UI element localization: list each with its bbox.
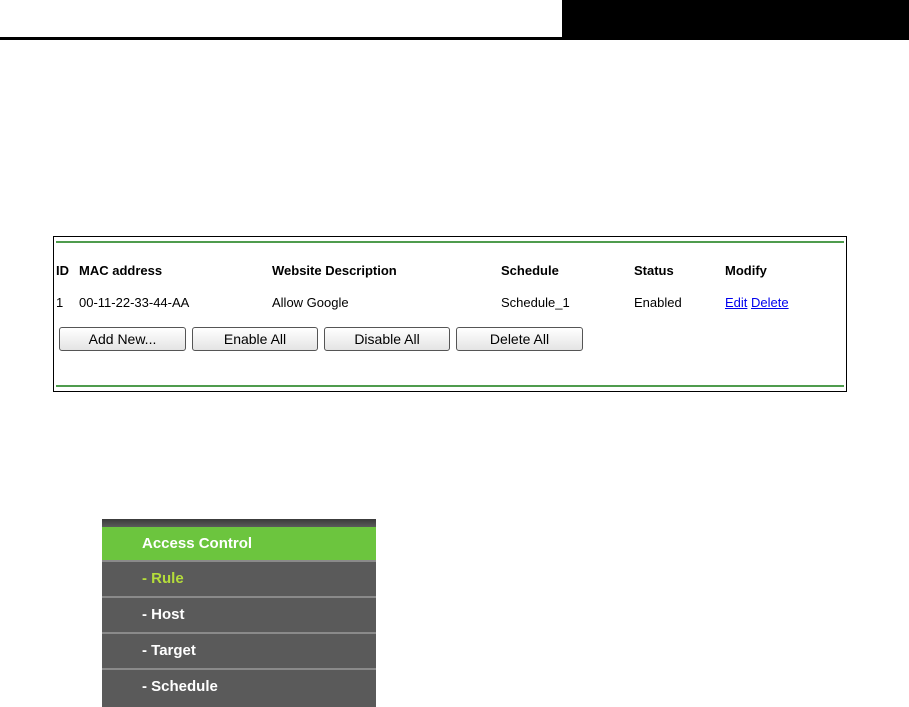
menu-item-rule[interactable]: - Rule	[102, 560, 376, 593]
row-id: 1	[56, 295, 64, 310]
row-status: Enabled	[634, 295, 682, 310]
menu-top-edge	[102, 519, 376, 527]
menu-item-schedule[interactable]: - Schedule	[102, 668, 376, 701]
header-id: ID	[56, 263, 69, 278]
header-website-description: Website Description	[272, 263, 397, 278]
enable-all-button[interactable]: Enable All	[192, 327, 318, 351]
panel-top-divider	[56, 241, 844, 243]
row-schedule: Schedule_1	[501, 295, 570, 310]
delete-link[interactable]: Delete	[751, 295, 789, 310]
row-mac-address: 00-11-22-33-44-AA	[79, 295, 190, 310]
sidebar-menu: Access Control - Rule - Host - Target - …	[102, 519, 376, 707]
row-modify-links: Edit Delete	[725, 295, 789, 311]
disable-all-button[interactable]: Disable All	[324, 327, 450, 351]
header-modify: Modify	[725, 263, 767, 278]
edit-link[interactable]: Edit	[725, 295, 747, 310]
row-website-description: Allow Google	[272, 295, 349, 310]
menu-item-host[interactable]: - Host	[102, 596, 376, 629]
page-header-block	[562, 0, 909, 40]
header-mac-address: MAC address	[79, 263, 163, 278]
header-schedule: Schedule	[501, 263, 559, 278]
rules-table-panel: ID MAC address Website Description Sched…	[53, 236, 847, 392]
header-status: Status	[634, 263, 674, 278]
add-new-button[interactable]: Add New...	[59, 327, 186, 351]
menu-item-target[interactable]: - Target	[102, 632, 376, 665]
panel-bottom-divider	[56, 385, 844, 387]
menu-item-access-control[interactable]: Access Control	[102, 527, 376, 560]
delete-all-button[interactable]: Delete All	[456, 327, 583, 351]
